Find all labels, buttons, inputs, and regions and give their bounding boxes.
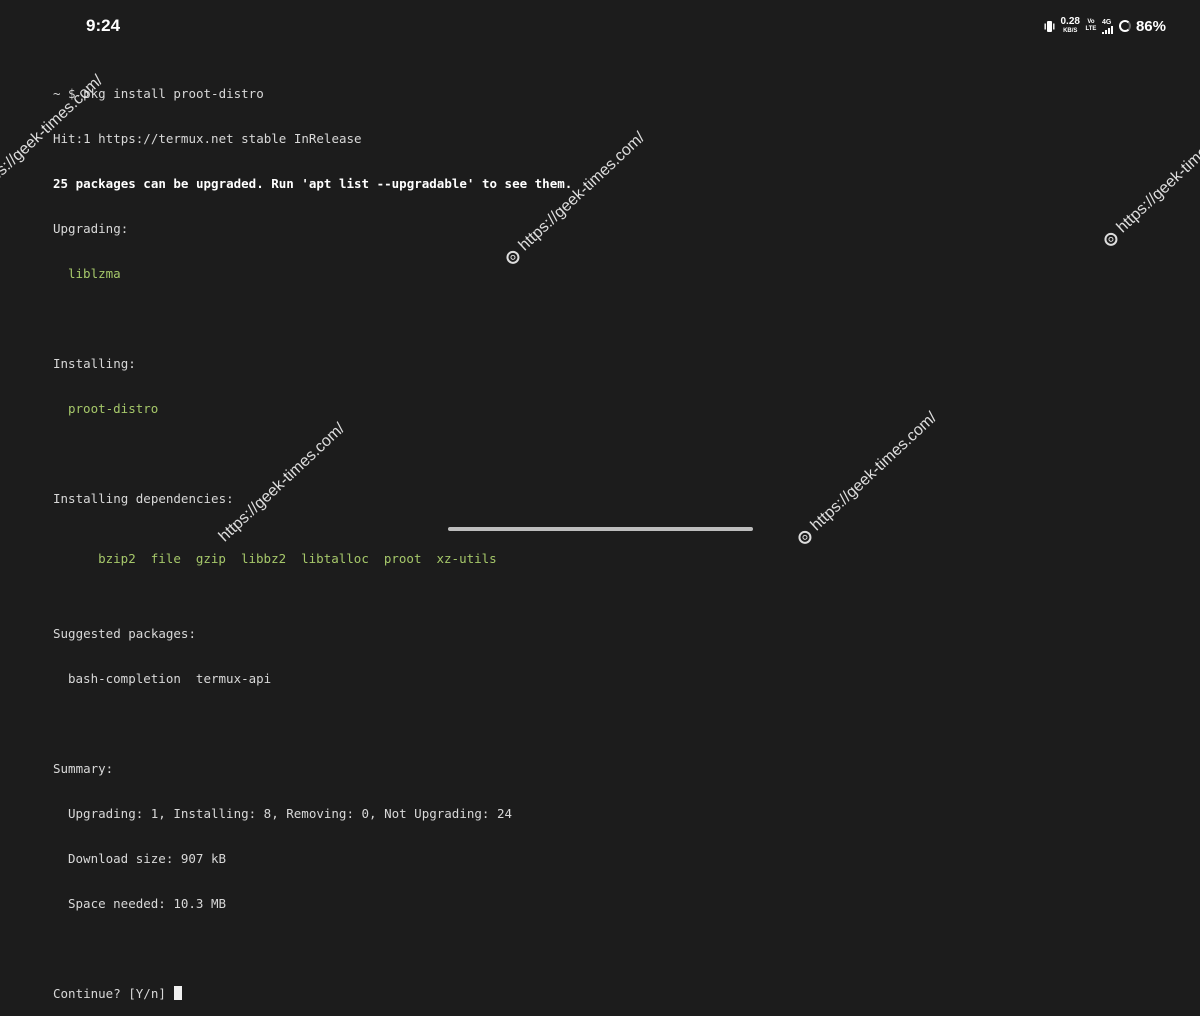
battery-ring-icon bbox=[1118, 20, 1131, 32]
dependency-item: bzip2 bbox=[98, 551, 136, 566]
suggested-label: Suggested packages: bbox=[53, 626, 196, 641]
home-indicator[interactable] bbox=[448, 527, 753, 531]
hit-line: Hit:1 https://termux.net stable InReleas… bbox=[53, 131, 362, 146]
network-indicator: 4G bbox=[1101, 18, 1114, 34]
upgrading-label: Upgrading: bbox=[53, 221, 129, 236]
network-type: 4G bbox=[1101, 18, 1112, 26]
dependencies-label: Installing dependencies: bbox=[53, 491, 234, 506]
status-time: 9:24 bbox=[86, 16, 121, 35]
dependencies-list: bzip2 file gzip libbz2 libtalloc proot xz-util… bbox=[53, 536, 1153, 566]
network-speed-unit: KB/S bbox=[1063, 28, 1078, 34]
dependency-item: file bbox=[150, 551, 181, 566]
installing-package: proot-distro bbox=[68, 401, 159, 416]
terminal-cursor[interactable] bbox=[173, 986, 182, 1000]
battery-percentage: 86% bbox=[1135, 17, 1166, 35]
dependency-item: gzip bbox=[195, 551, 226, 566]
download-size: Download size: 907 kB bbox=[68, 851, 227, 866]
dependency-item: xz-utils bbox=[436, 551, 497, 566]
continue-prompt-line[interactable]: Continue? [Y/n] bbox=[53, 986, 1153, 1001]
volte-bottom: LTE bbox=[1085, 26, 1097, 32]
continue-prompt: Continue? [Y/n] bbox=[53, 986, 166, 1001]
summary-counts: Upgrading: 1, Installing: 8, Removing: 0… bbox=[68, 806, 513, 821]
dependency-item: libbz2 bbox=[240, 551, 287, 566]
signal-icon bbox=[1101, 25, 1113, 34]
volte-indicator: Vo LTE bbox=[1085, 19, 1097, 33]
status-bar: 9:24 0.28 KB/S Vo LTE 4G 86% bbox=[0, 0, 1200, 50]
volte-top: Vo bbox=[1087, 19, 1095, 25]
status-icons: 0.28 KB/S Vo LTE 4G 86% bbox=[1043, 17, 1166, 35]
dependency-item: libtalloc bbox=[301, 551, 369, 566]
suggested-packages: bash-completion termux-api bbox=[68, 671, 272, 686]
space-needed: Space needed: 10.3 MB bbox=[68, 896, 227, 911]
installing-label: Installing: bbox=[53, 356, 136, 371]
vibrate-icon bbox=[1044, 20, 1054, 32]
upgrading-package: liblzma bbox=[68, 266, 121, 281]
network-speed-value: 0.28 bbox=[1060, 16, 1080, 27]
dependency-item: proot bbox=[383, 551, 422, 566]
summary-label: Summary: bbox=[53, 761, 114, 776]
network-speed: 0.28 KB/S bbox=[1061, 17, 1080, 35]
command-line: ~ $ pkg install proot-distro bbox=[53, 86, 264, 101]
